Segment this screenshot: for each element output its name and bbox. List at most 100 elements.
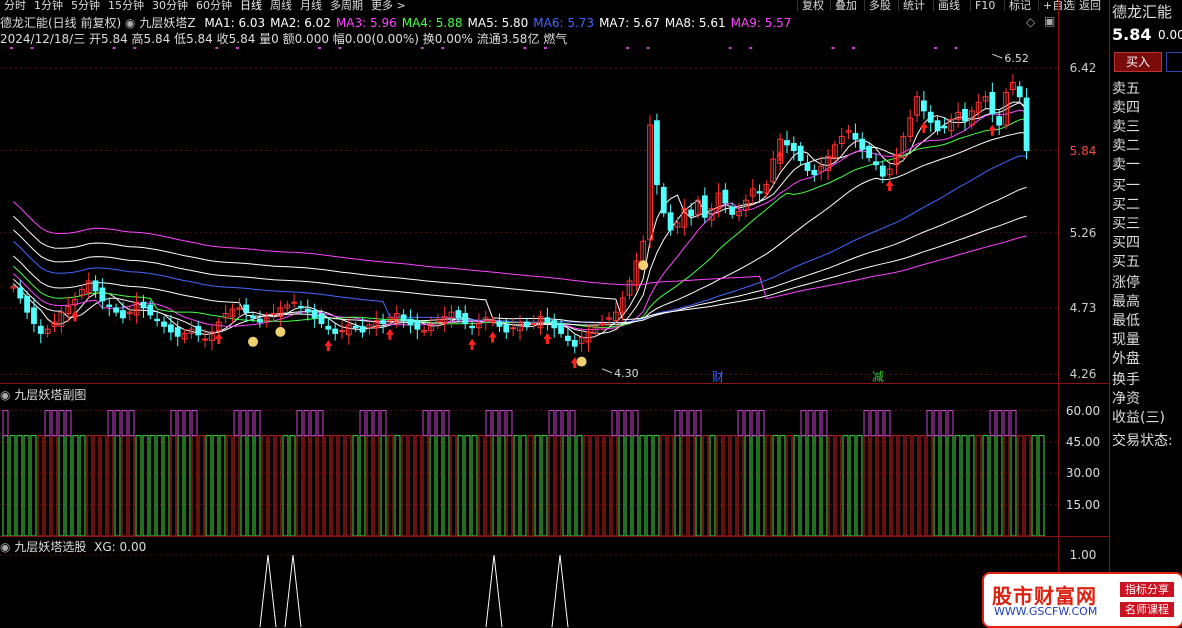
timeframe-tab[interactable]: 月线 (300, 0, 322, 11)
timeframe-tab[interactable]: 分时 (4, 0, 26, 11)
stat-label: 换手 (1112, 372, 1140, 388)
tower-bar (681, 435, 688, 536)
tower-bar (961, 435, 968, 536)
overlay-button[interactable]: 叠加 (830, 0, 861, 11)
timeframe-tab[interactable]: 周线 (270, 0, 292, 11)
tower-top (65, 410, 72, 437)
tower-top (240, 410, 247, 437)
money-bag-icon (638, 260, 649, 271)
timeframe-tab[interactable]: 多周期 (330, 0, 363, 11)
tower-top (989, 410, 996, 437)
tower-bar (541, 435, 548, 536)
tower-bar (401, 435, 408, 536)
signal-dot (133, 47, 137, 49)
candle (304, 308, 311, 313)
indicator-name[interactable]: 九层妖塔Z (139, 16, 195, 30)
tower-bar (44, 435, 51, 536)
stock-price: 5.84 (1112, 25, 1152, 44)
tower-top (317, 410, 324, 437)
tower-bar (989, 435, 996, 536)
signal-dot (30, 47, 34, 49)
candle (414, 320, 421, 330)
timeframe-tab[interactable]: 15分钟 (108, 0, 144, 11)
tower-top (555, 410, 562, 437)
timeframe-tab[interactable]: 1分钟 (34, 0, 63, 11)
ma-label: MA9: 5.57 (730, 16, 792, 30)
tower-bar (345, 435, 352, 536)
timeframe-tab[interactable]: 30分钟 (152, 0, 188, 11)
stock-change: 0.00 (1158, 28, 1182, 42)
signal-dot (646, 47, 650, 49)
tower-top (744, 410, 751, 437)
tower-bar (744, 435, 751, 536)
money-bag-icon (275, 326, 286, 337)
tower-bar-chart[interactable] (0, 398, 1058, 536)
ma-label: MA4: 5.88 (401, 16, 463, 30)
tower-top (254, 410, 261, 437)
candle (551, 320, 558, 329)
draw-line-button[interactable]: 画线 (933, 0, 964, 11)
tower-bar (604, 435, 611, 536)
multi-stock-button[interactable]: 多股 (864, 0, 895, 11)
diamond-icon[interactable]: ◇ (1026, 15, 1035, 29)
sell-button[interactable] (1166, 52, 1182, 72)
maximize-icon[interactable]: ▣ (1044, 14, 1055, 28)
tower-bar (457, 435, 464, 536)
candle (784, 140, 790, 146)
tower-bar (23, 435, 30, 536)
event-badge[interactable]: 减 (872, 370, 884, 383)
f10-button[interactable]: F10 (970, 0, 999, 11)
candle (140, 301, 147, 309)
tower-top (1010, 410, 1017, 437)
select-signal-chart[interactable] (0, 550, 1058, 627)
candlestick-chart[interactable]: 6.52 4.30 财 减 (0, 40, 1058, 383)
timeframe-tab[interactable]: 更多 > (371, 0, 406, 11)
tower-bar (408, 435, 415, 536)
buy-button[interactable]: 买入 (1114, 52, 1162, 72)
tower-bar (653, 435, 660, 536)
candle (701, 195, 708, 218)
candle (147, 304, 154, 316)
tower-bar (709, 435, 716, 536)
tower-bar (982, 435, 989, 536)
mark-button[interactable]: 标记 (1004, 0, 1035, 11)
tower-top (681, 410, 688, 437)
tower-top (177, 410, 184, 437)
axis-divider (1058, 0, 1059, 627)
bid-level-label: 买五 (1112, 254, 1140, 270)
tower-bar (884, 435, 891, 536)
y-axis-label: 5.26 (1069, 225, 1097, 240)
candle (352, 325, 359, 329)
candle (120, 310, 126, 319)
tower-top (443, 410, 450, 437)
tower-bar (331, 435, 338, 536)
tower-top (58, 410, 65, 437)
buy-arrow-icon (543, 333, 552, 345)
adjust-button[interactable]: 复权 (797, 0, 828, 11)
tower-top (814, 410, 821, 437)
tower-bar (198, 435, 205, 536)
indicator-circle-icon[interactable]: ◉ (125, 16, 135, 30)
event-badge[interactable]: 财 (712, 370, 724, 383)
ask-level-label: 卖三 (1112, 119, 1140, 135)
candle (804, 162, 811, 171)
candle (941, 125, 948, 129)
tower-bar (849, 435, 856, 536)
tower-top (310, 410, 317, 437)
candle (811, 169, 818, 176)
signal-dot (523, 47, 527, 49)
timeframe-tab[interactable]: 日线 (240, 0, 262, 11)
watermark-url: WWW.GSCFW.COM (994, 605, 1098, 618)
timeframe-tab[interactable]: 60分钟 (196, 0, 232, 11)
back-button[interactable]: 返回 (1074, 0, 1105, 11)
candle (920, 100, 927, 112)
tower-top (562, 410, 569, 437)
timeframe-tab[interactable]: 5分钟 (71, 0, 100, 11)
stats-button[interactable]: 统计 (898, 0, 929, 11)
tower-bar (625, 435, 632, 536)
quote-panel: 德龙汇能 5.84 0.00 买入 卖五 卖四 卖三 卖二 卖一 买一 买二 买三 买四 买五 涨停… (1110, 0, 1182, 627)
tower-top (877, 410, 884, 437)
candle (496, 321, 503, 327)
tower-bar (156, 435, 163, 536)
candle (339, 330, 345, 333)
